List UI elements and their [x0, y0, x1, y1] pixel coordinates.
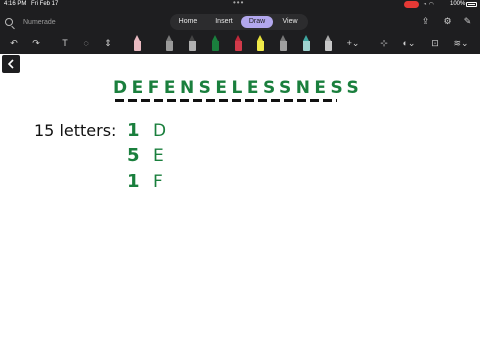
edit-icon[interactable]: ✎ [462, 16, 473, 27]
tab-home[interactable]: Home [174, 16, 202, 28]
handwritten-word: DEFENSELESSNESS [113, 78, 364, 98]
status-date: Fri Feb 17 [31, 1, 59, 7]
highlighter-yellow-icon[interactable] [257, 35, 264, 51]
battery-percent: 100% [450, 1, 466, 7]
more-tools-icon[interactable]: ≋⌄ [452, 36, 470, 50]
text-tool-icon[interactable]: T [59, 36, 71, 50]
share-icon[interactable]: ⇪ [420, 16, 431, 27]
chevron-left-icon [7, 59, 14, 69]
letter-f: F [153, 172, 163, 192]
ink-to-shape-icon[interactable]: ⊡ [428, 36, 442, 50]
insert-space-icon[interactable]: ⇕ [102, 36, 114, 50]
pen-red-icon[interactable] [235, 35, 242, 51]
multitasking-dots-icon[interactable]: ••• [233, 0, 244, 7]
count-f: 1 [127, 171, 140, 192]
pen-black-icon[interactable] [189, 35, 196, 51]
count-e: 5 [127, 145, 140, 166]
pen-gray-2-icon[interactable] [280, 35, 287, 51]
redo-icon[interactable]: ↷ [30, 36, 42, 50]
letter-e: E [153, 146, 164, 166]
back-button[interactable] [2, 55, 20, 73]
shapes-icon[interactable]: ◐⌄ [400, 36, 418, 50]
tab-insert[interactable]: Insert [208, 16, 240, 28]
dashed-underline [115, 99, 337, 102]
recording-indicator-icon [404, 1, 419, 8]
pen-green-icon[interactable] [212, 35, 219, 51]
letter-count-label: 15 letters: [34, 121, 117, 140]
ruler-icon[interactable]: ⊹ [377, 36, 391, 50]
letter-d: D [153, 121, 167, 141]
pen-teal-icon[interactable] [303, 35, 310, 51]
status-time: 4:16 PM [4, 1, 27, 7]
battery-icon [466, 2, 477, 7]
tab-bar: Home Insert Draw View [170, 14, 308, 30]
pen-gray-icon[interactable] [166, 35, 173, 51]
tab-draw[interactable]: Draw [241, 16, 273, 28]
lasso-tool-icon[interactable]: ◌ [80, 36, 92, 50]
add-pen-icon[interactable]: +⌄ [344, 36, 362, 50]
eraser-tool-icon[interactable] [134, 35, 141, 51]
search-field[interactable]: Numerade [5, 15, 75, 29]
search-placeholder: Numerade [23, 18, 56, 26]
search-icon [5, 18, 13, 26]
undo-icon[interactable]: ↶ [8, 36, 20, 50]
settings-icon[interactable]: ⚙ [442, 16, 453, 27]
tab-view[interactable]: View [276, 16, 304, 28]
pen-light-icon[interactable] [325, 35, 332, 51]
status-bar: 4:16 PM Fri Feb 17 ••• ◔◠ 100% [0, 0, 480, 10]
count-d: 1 [127, 120, 140, 141]
signal-wifi-icon: ◔◠ [423, 2, 436, 8]
